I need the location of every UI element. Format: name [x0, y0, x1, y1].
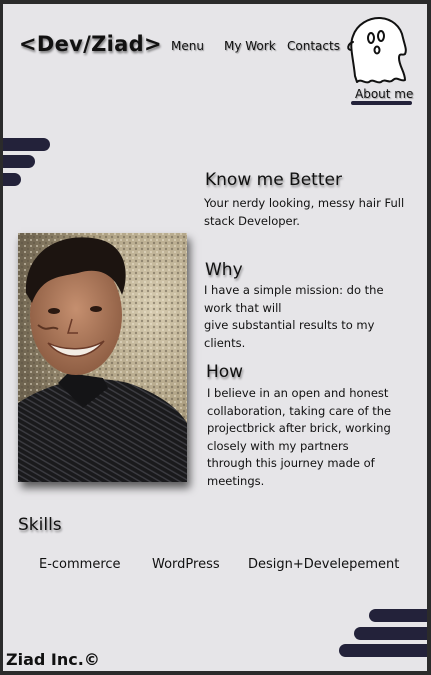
text-line: I have a simple mission: do the	[204, 283, 384, 297]
text-line: give substantial results to my	[204, 318, 375, 332]
text-line: work that will	[204, 300, 282, 315]
decor-stripe	[339, 644, 427, 657]
text-line: I believe in an open and honest	[207, 386, 389, 400]
decor-stripe	[3, 155, 35, 168]
site-logo[interactable]: <Dev/Ziad>	[19, 32, 162, 56]
skill-item: Design+Develepement	[248, 557, 400, 572]
text-line: closely with my partners	[207, 438, 349, 453]
text-line: projectbrick after brick, working	[207, 421, 391, 435]
browser-frame: <Dev/Ziad> Menu My Work Contacts About m…	[0, 0, 431, 675]
skill-item: E-commerce	[39, 557, 121, 572]
text-line: collaboration, taking care of the	[207, 403, 392, 418]
decor-stripe	[3, 173, 21, 186]
nav-about-me[interactable]: About me	[355, 87, 413, 101]
how-text: I believe in an open and honest collabor…	[207, 385, 391, 490]
text-line: stack Developer.	[204, 213, 300, 228]
profile-photo	[18, 233, 187, 482]
ghost-icon[interactable]	[347, 16, 409, 84]
text-line: clients.	[204, 335, 246, 350]
skill-item: WordPress	[152, 557, 220, 572]
how-heading: How	[206, 362, 244, 382]
skills-heading: Skills	[18, 515, 62, 535]
text-line: through this journey made of	[207, 456, 375, 470]
about-underline	[351, 101, 412, 105]
footer-copyright: Ziad Inc.©	[6, 650, 100, 669]
portfolio-page: <Dev/Ziad> Menu My Work Contacts About m…	[3, 4, 427, 671]
text-line: Your nerdy looking, messy hair Full	[204, 196, 405, 210]
decor-stripe	[369, 609, 427, 622]
nav-contacts[interactable]: Contacts	[287, 39, 340, 53]
text-line: meetings.	[207, 473, 265, 488]
nav-menu[interactable]: Menu	[171, 39, 204, 53]
decor-stripe	[354, 627, 427, 640]
decor-stripe	[3, 138, 50, 151]
know-me-text: Your nerdy looking, messy hair Full stac…	[204, 195, 404, 230]
know-me-heading: Know me Better	[205, 170, 342, 190]
why-text: I have a simple mission: do the work tha…	[204, 282, 384, 352]
nav-my-work[interactable]: My Work	[224, 39, 276, 53]
why-heading: Why	[205, 260, 243, 280]
